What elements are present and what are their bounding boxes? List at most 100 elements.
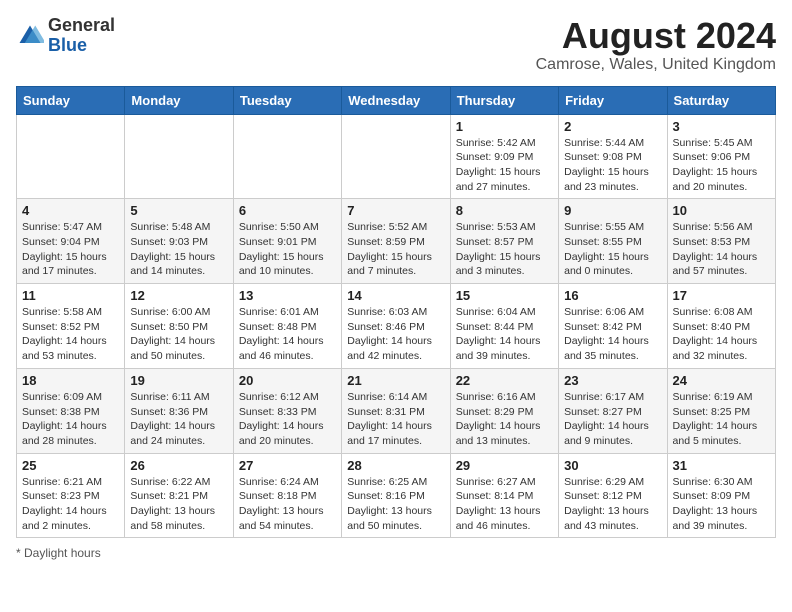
day-number: 20: [239, 373, 336, 388]
day-number: 2: [564, 119, 661, 134]
day-cell: 25 Sunrise: 6:21 AM Sunset: 8:23 PM Dayli…: [17, 453, 125, 538]
day-info: Sunrise: 5:50 AM Sunset: 9:01 PM Dayligh…: [239, 220, 336, 279]
day-number: 12: [130, 288, 227, 303]
day-info: Sunrise: 6:17 AM Sunset: 8:27 PM Dayligh…: [564, 390, 661, 449]
day-number: 13: [239, 288, 336, 303]
day-cell: 26Sunrise: 6:22 AM Sunset: 8:21 PM Dayli…: [125, 453, 233, 538]
day-info: Sunrise: 5:53 AM Sunset: 8:57 PM Dayligh…: [456, 220, 553, 279]
week-row-2: 4 Sunrise: 5:47 AM Sunset: 9:04 PM Daylig…: [17, 199, 776, 284]
column-header-sunday: Sunday: [17, 86, 125, 114]
day-info: Sunrise: 6:27 AM Sunset: 8:14 PM Dayligh…: [456, 475, 553, 534]
day-cell: 24 Sunrise: 6:19 AM Sunset: 8:25 PM Dayli…: [667, 368, 775, 453]
day-cell: [233, 114, 341, 199]
day-cell: 7 Sunrise: 5:52 AM Sunset: 8:59 PM Daylig…: [342, 199, 450, 284]
day-cell: 10 Sunrise: 5:56 AM Sunset: 8:53 PM Dayli…: [667, 199, 775, 284]
day-cell: 17 Sunrise: 6:08 AM Sunset: 8:40 PM Dayli…: [667, 284, 775, 369]
column-header-friday: Friday: [559, 86, 667, 114]
day-number: 25: [22, 458, 119, 473]
footer-text: * Daylight hours: [16, 546, 101, 560]
day-cell: [342, 114, 450, 199]
day-cell: 15 Sunrise: 6:04 AM Sunset: 8:44 PM Dayli…: [450, 284, 558, 369]
week-row-5: 25 Sunrise: 6:21 AM Sunset: 8:23 PM Dayli…: [17, 453, 776, 538]
day-number: 24: [673, 373, 770, 388]
day-info: Sunrise: 6:08 AM Sunset: 8:40 PM Dayligh…: [673, 305, 770, 364]
day-number: 15: [456, 288, 553, 303]
day-info: Sunrise: 6:11 AM Sunset: 8:36 PM Dayligh…: [130, 390, 227, 449]
day-info: Sunrise: 5:47 AM Sunset: 9:04 PM Dayligh…: [22, 220, 119, 279]
day-number: 10: [673, 203, 770, 218]
logo-text: General Blue: [48, 16, 115, 56]
logo: General Blue: [16, 16, 115, 56]
column-header-thursday: Thursday: [450, 86, 558, 114]
day-info: Sunrise: 6:06 AM Sunset: 8:42 PM Dayligh…: [564, 305, 661, 364]
day-info: Sunrise: 5:56 AM Sunset: 8:53 PM Dayligh…: [673, 220, 770, 279]
day-cell: 5Sunrise: 5:48 AM Sunset: 9:03 PM Daylig…: [125, 199, 233, 284]
day-number: 4: [22, 203, 119, 218]
day-number: 16: [564, 288, 661, 303]
day-info: Sunrise: 5:52 AM Sunset: 8:59 PM Dayligh…: [347, 220, 444, 279]
calendar-title: August 2024: [536, 16, 776, 56]
day-cell: 9 Sunrise: 5:55 AM Sunset: 8:55 PM Daylig…: [559, 199, 667, 284]
day-cell: 29 Sunrise: 6:27 AM Sunset: 8:14 PM Dayli…: [450, 453, 558, 538]
day-cell: 28Sunrise: 6:25 AM Sunset: 8:16 PM Dayli…: [342, 453, 450, 538]
footer-note: * Daylight hours: [16, 546, 776, 560]
day-number: 22: [456, 373, 553, 388]
column-header-saturday: Saturday: [667, 86, 775, 114]
day-info: Sunrise: 5:55 AM Sunset: 8:55 PM Dayligh…: [564, 220, 661, 279]
week-row-1: 1Sunrise: 5:42 AM Sunset: 9:09 PM Daylig…: [17, 114, 776, 199]
day-cell: 27 Sunrise: 6:24 AM Sunset: 8:18 PM Dayli…: [233, 453, 341, 538]
day-cell: 8 Sunrise: 5:53 AM Sunset: 8:57 PM Daylig…: [450, 199, 558, 284]
day-cell: 13Sunrise: 6:01 AM Sunset: 8:48 PM Dayli…: [233, 284, 341, 369]
day-cell: 19Sunrise: 6:11 AM Sunset: 8:36 PM Dayli…: [125, 368, 233, 453]
day-cell: 4 Sunrise: 5:47 AM Sunset: 9:04 PM Daylig…: [17, 199, 125, 284]
day-cell: [125, 114, 233, 199]
day-info: Sunrise: 6:30 AM Sunset: 8:09 PM Dayligh…: [673, 475, 770, 534]
day-info: Sunrise: 6:09 AM Sunset: 8:38 PM Dayligh…: [22, 390, 119, 449]
day-number: 3: [673, 119, 770, 134]
calendar-table: SundayMondayTuesdayWednesdayThursdayFrid…: [16, 86, 776, 539]
calendar-subtitle: Camrose, Wales, United Kingdom: [536, 56, 776, 74]
day-number: 30: [564, 458, 661, 473]
day-number: 8: [456, 203, 553, 218]
day-number: 9: [564, 203, 661, 218]
day-info: Sunrise: 6:04 AM Sunset: 8:44 PM Dayligh…: [456, 305, 553, 364]
day-info: Sunrise: 6:22 AM Sunset: 8:21 PM Dayligh…: [130, 475, 227, 534]
day-info: Sunrise: 6:14 AM Sunset: 8:31 PM Dayligh…: [347, 390, 444, 449]
day-cell: 11Sunrise: 5:58 AM Sunset: 8:52 PM Dayli…: [17, 284, 125, 369]
day-info: Sunrise: 5:48 AM Sunset: 9:03 PM Dayligh…: [130, 220, 227, 279]
week-row-4: 18 Sunrise: 6:09 AM Sunset: 8:38 PM Dayli…: [17, 368, 776, 453]
day-cell: 1Sunrise: 5:42 AM Sunset: 9:09 PM Daylig…: [450, 114, 558, 199]
day-number: 27: [239, 458, 336, 473]
day-info: Sunrise: 6:19 AM Sunset: 8:25 PM Dayligh…: [673, 390, 770, 449]
day-cell: 18 Sunrise: 6:09 AM Sunset: 8:38 PM Dayli…: [17, 368, 125, 453]
day-number: 7: [347, 203, 444, 218]
day-info: Sunrise: 6:03 AM Sunset: 8:46 PM Dayligh…: [347, 305, 444, 364]
day-cell: 12Sunrise: 6:00 AM Sunset: 8:50 PM Dayli…: [125, 284, 233, 369]
day-number: 23: [564, 373, 661, 388]
title-area: August 2024 Camrose, Wales, United Kingd…: [536, 16, 776, 74]
day-cell: 20 Sunrise: 6:12 AM Sunset: 8:33 PM Dayli…: [233, 368, 341, 453]
day-cell: 22 Sunrise: 6:16 AM Sunset: 8:29 PM Dayli…: [450, 368, 558, 453]
column-header-tuesday: Tuesday: [233, 86, 341, 114]
column-header-monday: Monday: [125, 86, 233, 114]
day-info: Sunrise: 5:44 AM Sunset: 9:08 PM Dayligh…: [564, 136, 661, 195]
header: General Blue August 2024 Camrose, Wales,…: [16, 16, 776, 74]
logo-blue: Blue: [48, 35, 87, 55]
day-info: Sunrise: 6:24 AM Sunset: 8:18 PM Dayligh…: [239, 475, 336, 534]
day-info: Sunrise: 6:16 AM Sunset: 8:29 PM Dayligh…: [456, 390, 553, 449]
day-number: 17: [673, 288, 770, 303]
column-header-wednesday: Wednesday: [342, 86, 450, 114]
day-info: Sunrise: 6:29 AM Sunset: 8:12 PM Dayligh…: [564, 475, 661, 534]
day-number: 31: [673, 458, 770, 473]
day-cell: 2 Sunrise: 5:44 AM Sunset: 9:08 PM Daylig…: [559, 114, 667, 199]
day-number: 1: [456, 119, 553, 134]
day-number: 18: [22, 373, 119, 388]
day-info: Sunrise: 6:21 AM Sunset: 8:23 PM Dayligh…: [22, 475, 119, 534]
day-cell: 16 Sunrise: 6:06 AM Sunset: 8:42 PM Dayli…: [559, 284, 667, 369]
day-info: Sunrise: 6:25 AM Sunset: 8:16 PM Dayligh…: [347, 475, 444, 534]
day-info: Sunrise: 6:12 AM Sunset: 8:33 PM Dayligh…: [239, 390, 336, 449]
header-row: SundayMondayTuesdayWednesdayThursdayFrid…: [17, 86, 776, 114]
day-cell: 6Sunrise: 5:50 AM Sunset: 9:01 PM Daylig…: [233, 199, 341, 284]
day-cell: 30 Sunrise: 6:29 AM Sunset: 8:12 PM Dayli…: [559, 453, 667, 538]
day-number: 29: [456, 458, 553, 473]
